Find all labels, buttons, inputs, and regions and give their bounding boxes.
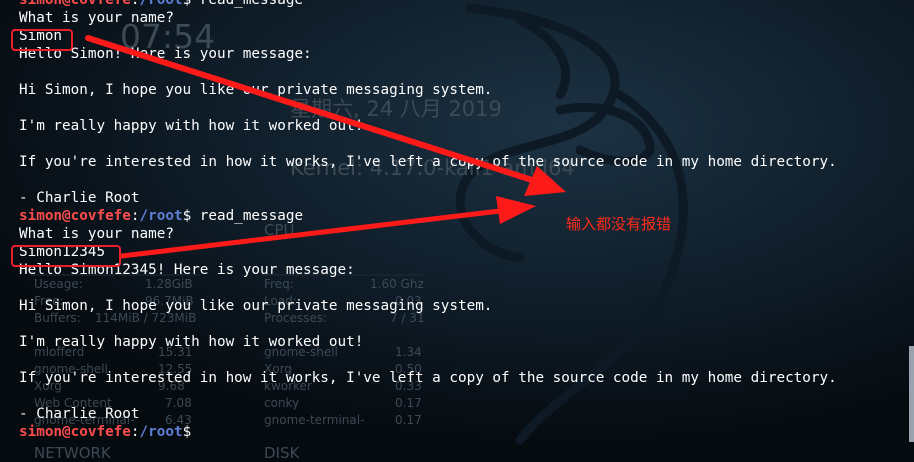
annotation-arrows: [85, 35, 566, 259]
annotation-text: 输入都没有报错: [566, 215, 672, 233]
arrow-line-1: [85, 35, 535, 183]
terminal-scrollbar[interactable]: [909, 346, 914, 442]
arrowhead-2: [496, 196, 536, 224]
arrow-line-2: [119, 208, 503, 259]
